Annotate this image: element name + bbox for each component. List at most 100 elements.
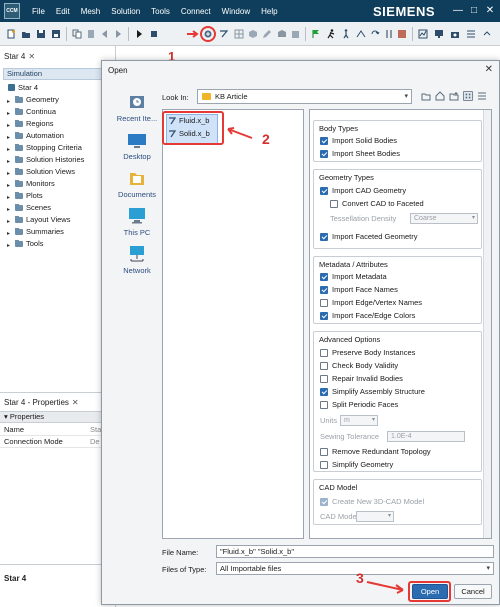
import-metadata-checkbox[interactable]: Import Metadata [320,272,387,282]
flag-icon[interactable] [311,29,321,39]
play-icon[interactable] [134,29,144,39]
import-face-edge-colors-checkbox[interactable]: Import Face/Edge Colors [320,311,415,321]
checkbox[interactable] [320,375,328,383]
place-network[interactable]: Network [112,245,162,275]
run-icon[interactable] [326,29,336,39]
maximize-button[interactable]: □ [466,4,482,18]
place-this-pc[interactable]: This PC [112,207,162,237]
menu-connect[interactable]: Connect [181,7,211,16]
menu-window[interactable]: Window [222,7,250,16]
tessellation-select[interactable]: Coarse ▾ [410,213,478,224]
monitor-icon[interactable] [434,29,444,39]
simplify-geometry-checkbox[interactable]: Simplify Geometry [320,460,393,470]
file-list[interactable]: Fluid.x_b Solid.x_b [162,109,304,539]
save-as-icon[interactable] [51,29,61,39]
checkbox[interactable] [330,200,338,208]
menu-edit[interactable]: Edit [56,7,70,16]
step-forward-icon[interactable] [113,29,123,39]
save-icon[interactable] [36,29,46,39]
sewing-tolerance-input[interactable]: 1.0E-4 [387,431,465,442]
tree-item-summaries[interactable]: ▸ Summaries [2,226,114,238]
pane-divider[interactable] [0,392,115,393]
camera-icon[interactable] [450,29,460,39]
collapse-icon[interactable] [482,29,492,39]
menu-mesh[interactable]: Mesh [81,7,101,16]
expand-icon[interactable]: ▸ [7,240,10,252]
tree-item-automation[interactable]: ▸ Automation [2,130,114,142]
home-icon[interactable] [435,91,445,101]
details-view-icon[interactable] [477,91,487,101]
remove-redundant-topology-checkbox[interactable]: Remove Redundant Topology [320,447,431,457]
checkbox[interactable] [320,349,328,357]
split-periodic-faces-checkbox[interactable]: Split Periodic Faces [320,400,398,410]
checkbox[interactable] [320,187,328,195]
import-solid-bodies-checkbox[interactable]: Import Solid Bodies [320,136,397,146]
tree-item-tools[interactable]: ▸ Tools [2,238,114,250]
close-window-button[interactable]: ✕ [482,4,498,18]
tab-properties[interactable]: Star 4 - Properties ✕ [4,398,79,407]
step-back-icon[interactable] [100,29,110,39]
checkbox[interactable] [320,137,328,145]
place-desktop[interactable]: Desktop [112,133,162,161]
file-type-select[interactable]: All Importable files ▾ [216,562,494,575]
tree-item-regions[interactable]: ▸ Regions [2,118,114,130]
tree-item-monitors[interactable]: ▸ Monitors [2,178,114,190]
surface-icon[interactable] [277,29,287,39]
connect-icon[interactable] [356,29,366,39]
checkbox[interactable] [320,401,328,409]
preserve-body-instances-checkbox[interactable]: Preserve Body Instances [320,348,415,358]
list-icon[interactable] [466,29,476,39]
cancel-button[interactable]: Cancel [454,584,492,599]
tree-item-stopping-criteria[interactable]: ▸ Stopping Criteria [2,142,114,154]
place-recent[interactable]: Recent Ite... [112,93,162,123]
pane-divider[interactable] [0,564,115,565]
stop-icon[interactable] [149,29,159,39]
new-file-icon[interactable] [6,29,16,39]
checkbox[interactable] [320,299,328,307]
import-face-names-checkbox[interactable]: Import Face Names [320,285,398,295]
open-file-icon[interactable] [21,29,31,39]
close-icon[interactable]: ✕ [72,398,79,407]
pause-icon[interactable] [384,29,394,39]
dialog-close-button[interactable]: ✕ [485,64,493,75]
import-faceted-geometry-checkbox[interactable]: Import Faceted Geometry [320,232,417,242]
minimize-button[interactable]: — [450,4,466,18]
import-edge-vertex-names-checkbox[interactable]: Import Edge/Vertex Names [320,298,422,308]
create-new-cad-model-checkbox[interactable]: Create New 3D-CAD Model [320,497,424,507]
grid-icon[interactable] [234,29,244,39]
checkbox[interactable] [320,362,328,370]
menu-help[interactable]: Help [261,7,277,16]
paste-icon[interactable] [86,29,96,39]
properties-header[interactable]: ▾ Properties [0,411,115,423]
cube-outline-icon[interactable] [291,29,301,39]
checkbox[interactable] [320,233,328,241]
place-documents[interactable]: Documents [112,169,162,199]
tree-item-geometry[interactable]: ▸ Geometry [2,94,114,106]
import-cad-geometry-checkbox[interactable]: Import CAD Geometry [320,186,406,196]
menu-file[interactable]: File [32,7,45,16]
import-sheet-bodies-checkbox[interactable]: Import Sheet Bodies [320,149,400,159]
new-folder-icon[interactable] [449,91,459,101]
simplify-assembly-structure-checkbox[interactable]: Simplify Assembly Structure [320,387,425,397]
checkbox[interactable] [320,388,328,396]
property-row[interactable]: Connection Mode De [0,436,115,448]
units-select[interactable]: m ▾ [340,415,378,426]
pencil-icon[interactable] [262,29,272,39]
options-scrollbar[interactable] [483,110,491,538]
checkbox[interactable] [320,448,328,456]
tab-star4[interactable]: Star 4 ✕ [4,52,35,61]
close-icon[interactable]: ✕ [28,52,35,61]
checkbox[interactable] [320,286,328,294]
checkbox[interactable] [320,312,328,320]
checkbox[interactable] [320,273,328,281]
tree-item-continua[interactable]: ▸ Continua [2,106,114,118]
checkbox[interactable] [320,498,328,506]
checkbox[interactable] [320,461,328,469]
step-icon[interactable] [341,29,351,39]
sync-icon[interactable] [370,29,380,39]
up-folder-icon[interactable] [421,91,431,101]
cad-model-select[interactable]: ▾ [356,511,394,522]
cube-icon[interactable] [248,29,258,39]
file-name-input[interactable]: "Fluid.x_b" "Solid.x_b" [216,545,494,558]
list-view-icon[interactable] [463,91,473,101]
